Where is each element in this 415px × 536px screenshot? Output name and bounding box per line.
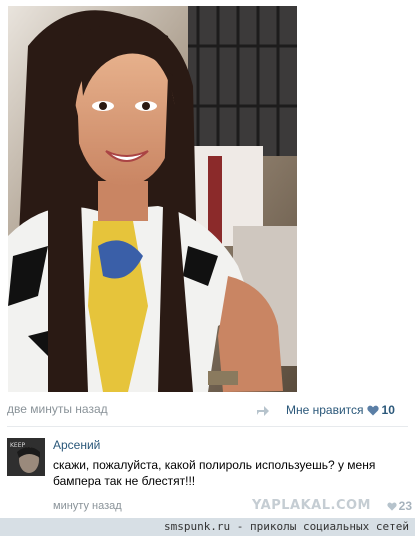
heart-icon <box>387 501 397 511</box>
like-button[interactable]: Мне нравится 10 <box>256 401 395 419</box>
avatar-text: KEEP <box>10 442 26 449</box>
heart-icon <box>366 405 379 415</box>
post-photo[interactable] <box>8 6 297 392</box>
comment-author[interactable]: Арсений <box>53 438 100 452</box>
like-label[interactable]: Мне нравится <box>286 403 364 417</box>
watermark: YAPLAKAL.COM <box>252 498 371 513</box>
post-meta-bar: две минуты назад Мне нравится 10 <box>0 398 415 422</box>
divider <box>7 426 408 427</box>
post-time[interactable]: две минуты назад <box>7 402 108 416</box>
footer-text: smspunk.ru - приколы социальных сетей <box>163 520 409 533</box>
share-icon[interactable] <box>256 403 270 417</box>
comment-text: скажи, пожалуйста, какой полироль исполь… <box>53 458 376 488</box>
comment-time[interactable]: минуту назад <box>53 500 122 512</box>
avatar[interactable]: KEEP <box>7 438 45 476</box>
comment-like-button[interactable]: 23 <box>387 499 412 513</box>
avatar-image: KEEP <box>7 438 45 476</box>
comment-like-count: 23 <box>398 499 412 513</box>
like-count: 10 <box>381 403 395 417</box>
selfie-image <box>8 6 297 392</box>
footer-bar: smspunk.ru - приколы социальных сетей <box>0 518 415 536</box>
